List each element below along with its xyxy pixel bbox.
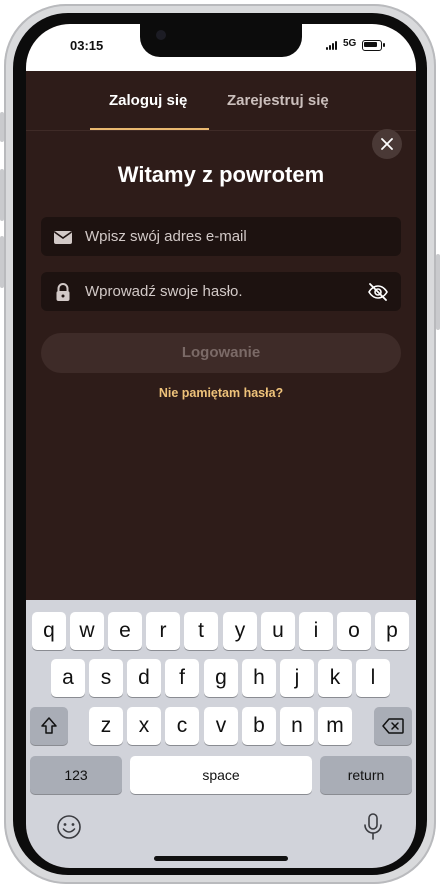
key-m[interactable]: m [318, 707, 352, 745]
return-key[interactable]: return [320, 756, 412, 794]
key-y[interactable]: y [223, 612, 257, 650]
phone-side-button [0, 236, 4, 288]
envelope-icon [54, 231, 72, 244]
dynamic-island [140, 24, 302, 57]
key-a[interactable]: a [51, 659, 85, 697]
emoji-icon [57, 815, 81, 839]
phone-side-button [436, 254, 440, 330]
numbers-key[interactable]: 123 [30, 756, 122, 794]
key-d[interactable]: d [127, 659, 161, 697]
key-p[interactable]: p [375, 612, 409, 650]
phone-side-button [0, 112, 4, 142]
shift-key[interactable] [30, 707, 68, 745]
key-u[interactable]: u [261, 612, 295, 650]
forgot-password-link[interactable]: Nie pamiętam hasła? [26, 386, 416, 400]
key-l[interactable]: l [356, 659, 390, 697]
key-f[interactable]: f [165, 659, 199, 697]
tab-register[interactable]: Zarejestruj się [227, 92, 329, 109]
emoji-button[interactable] [56, 814, 82, 840]
login-button[interactable]: Logowanie [41, 333, 401, 373]
eye-off-icon[interactable] [367, 281, 389, 303]
key-e[interactable]: e [108, 612, 142, 650]
key-s[interactable]: s [89, 659, 123, 697]
auth-tabs: Zaloguj się Zarejestruj się [26, 71, 416, 159]
email-input[interactable] [85, 217, 355, 256]
key-g[interactable]: g [204, 659, 238, 697]
lock-icon [56, 283, 70, 301]
battery-icon [362, 40, 385, 51]
key-x[interactable]: x [127, 707, 161, 745]
key-o[interactable]: o [337, 612, 371, 650]
key-j[interactable]: j [280, 659, 314, 697]
email-field[interactable] [41, 217, 401, 256]
key-r[interactable]: r [146, 612, 180, 650]
key-n[interactable]: n [280, 707, 314, 745]
camera-icon [156, 30, 166, 40]
microphone-icon [364, 813, 382, 840]
keyboard: q w e r t y u i o p a s d f g h j k l z … [26, 600, 416, 868]
key-t[interactable]: t [184, 612, 218, 650]
backspace-key[interactable] [374, 707, 412, 745]
close-icon [381, 138, 393, 150]
key-k[interactable]: k [318, 659, 352, 697]
key-w[interactable]: w [70, 612, 104, 650]
password-input[interactable] [85, 272, 355, 311]
network-label: 5G [343, 38, 357, 49]
backspace-icon [382, 718, 404, 734]
password-field[interactable] [41, 272, 401, 311]
phone-screen: 03:15 5G Zaloguj się Zarejestruj się Wit… [26, 24, 416, 868]
home-indicator [154, 856, 288, 861]
key-i[interactable]: i [299, 612, 333, 650]
dictation-button[interactable] [362, 812, 384, 842]
shift-icon [41, 717, 57, 734]
key-z[interactable]: z [89, 707, 123, 745]
page-title: Witamy z powrotem [117, 162, 325, 187]
tab-login[interactable]: Zaloguj się [109, 92, 187, 109]
active-tab-indicator [90, 128, 209, 130]
space-key[interactable]: space [130, 756, 312, 794]
key-c[interactable]: c [165, 707, 199, 745]
phone-side-button [0, 169, 4, 221]
key-v[interactable]: v [204, 707, 238, 745]
key-b[interactable]: b [242, 707, 276, 745]
key-q[interactable]: q [32, 612, 66, 650]
status-bar: 03:15 5G [26, 24, 416, 71]
close-button[interactable] [372, 129, 402, 159]
key-h[interactable]: h [242, 659, 276, 697]
status-time: 03:15 [70, 38, 104, 53]
signal-icon [326, 41, 340, 50]
